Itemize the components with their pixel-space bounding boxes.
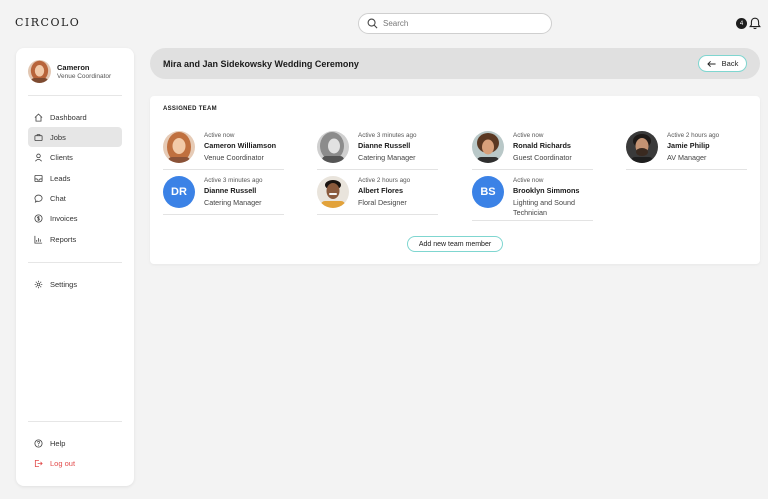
- team-member-card[interactable]: Active now Ronald Richards Guest Coordin…: [472, 131, 593, 163]
- user-profile[interactable]: Cameron Venue Coordinator: [28, 60, 111, 83]
- member-status: Active 2 hours ago: [358, 177, 411, 184]
- sidebar-item-jobs[interactable]: Jobs: [28, 127, 122, 148]
- member-status: Active 3 minutes ago: [358, 132, 417, 139]
- sidebar-item-label: Leads: [50, 173, 71, 183]
- sidebar-item-label: Invoices: [50, 214, 78, 224]
- dollar-icon: [34, 214, 43, 223]
- team-member-card[interactable]: DR Active 3 minutes ago Dianne Russell C…: [163, 176, 284, 208]
- inbox-icon: [34, 174, 43, 182]
- profile-role: Venue Coordinator: [57, 73, 112, 80]
- avatar-initials: BS: [472, 176, 504, 208]
- chart-icon: [34, 235, 43, 244]
- member-name: Dianne Russell: [204, 186, 257, 195]
- avatar: [472, 131, 504, 163]
- sidebar-item-label: Chat: [50, 194, 66, 204]
- sidebar-divider: [28, 95, 122, 96]
- briefcase-icon: [34, 134, 43, 141]
- back-button[interactable]: Back: [698, 55, 747, 72]
- sidebar-item-settings[interactable]: Settings: [28, 274, 122, 294]
- sidebar-item-leads[interactable]: Leads: [28, 168, 122, 188]
- section-heading: ASSIGNED TEAM: [163, 106, 217, 112]
- home-icon: [34, 113, 43, 122]
- add-team-member-button[interactable]: Add new team member: [407, 236, 503, 252]
- sidebar-item-label: Clients: [50, 153, 73, 163]
- sidebar-item-label: Jobs: [50, 132, 66, 142]
- avatar: [317, 131, 349, 163]
- divider: [317, 214, 438, 215]
- member-role: Catering Manager: [204, 198, 262, 207]
- member-name: Brooklyn Simmons: [513, 186, 580, 195]
- team-member-card[interactable]: Active 2 hours ago Albert Flores Floral …: [317, 176, 438, 208]
- member-name: Ronald Richards: [513, 141, 571, 150]
- team-member-card[interactable]: Active now Cameron Williamson Venue Coor…: [163, 131, 284, 163]
- sidebar-item-label: Reports: [50, 234, 77, 244]
- sidebar-item-label: Help: [50, 438, 66, 448]
- member-status: Active 2 hours ago: [667, 132, 720, 139]
- member-status: Active now: [513, 177, 544, 184]
- member-role: AV Manager: [667, 153, 707, 162]
- member-status: Active now: [204, 132, 235, 139]
- footer-nav: Help Log out: [28, 433, 122, 474]
- member-role: Venue Coordinator: [204, 153, 264, 162]
- sidebar: Cameron Venue Coordinator Dashboard Jobs…: [16, 48, 134, 486]
- member-role: Lighting and Sound Technician: [513, 198, 575, 217]
- divider: [163, 214, 284, 215]
- help-icon: [34, 438, 43, 448]
- chat-icon: [34, 194, 43, 203]
- member-name: Cameron Williamson: [204, 141, 277, 150]
- search-box[interactable]: [358, 13, 552, 34]
- divider: [317, 169, 438, 170]
- avatar: [317, 176, 349, 208]
- member-name: Albert Flores: [358, 186, 404, 195]
- avatar: [626, 131, 658, 163]
- sidebar-item-label: Log out: [50, 458, 76, 468]
- main-nav: Dashboard Jobs Clients Leads Chat Invoic…: [28, 107, 122, 250]
- sidebar-item-logout[interactable]: Log out: [28, 453, 122, 473]
- sidebar-divider: [28, 262, 122, 263]
- avatar: [163, 131, 195, 163]
- sidebar-item-dashboard[interactable]: Dashboard: [28, 107, 122, 127]
- sidebar-item-label: Settings: [50, 279, 78, 289]
- assigned-team-card: ASSIGNED TEAM Active now Cameron William…: [150, 96, 760, 264]
- divider: [472, 220, 593, 221]
- sidebar-item-invoices[interactable]: Invoices: [28, 209, 122, 229]
- team-member-card[interactable]: Active 3 minutes ago Dianne Russell Cate…: [317, 131, 438, 163]
- member-role: Floral Designer: [358, 198, 407, 207]
- member-status: Active 3 minutes ago: [204, 177, 263, 184]
- sidebar-item-chat[interactable]: Chat: [28, 189, 122, 209]
- sidebar-item-reports[interactable]: Reports: [28, 229, 122, 249]
- user-icon: [35, 153, 42, 162]
- search-input[interactable]: [383, 19, 543, 28]
- team-member-card[interactable]: Active 2 hours ago Jamie Philip AV Manag…: [626, 131, 747, 163]
- avatar-initials: DR: [163, 176, 195, 208]
- divider: [163, 169, 284, 170]
- logout-icon: [34, 459, 43, 467]
- member-role: Catering Manager: [358, 153, 416, 162]
- sidebar-item-help[interactable]: Help: [28, 433, 122, 453]
- member-status: Active now: [513, 132, 544, 139]
- search-icon: [367, 18, 378, 29]
- member-name: Dianne Russell: [358, 141, 411, 150]
- profile-name: Cameron: [57, 63, 90, 72]
- member-name: Jamie Philip: [667, 141, 710, 150]
- sidebar-divider: [28, 421, 122, 422]
- team-member-card[interactable]: BS Active now Brooklyn Simmons Lighting …: [472, 176, 593, 218]
- page-header: Mira and Jan Sidekowsky Wedding Ceremony…: [150, 48, 760, 79]
- arrow-left-icon: [706, 60, 716, 67]
- divider: [472, 169, 593, 170]
- sidebar-item-clients[interactable]: Clients: [28, 148, 122, 168]
- settings-nav: Settings: [28, 274, 122, 294]
- top-bar: CIRCOLO 4: [0, 0, 768, 46]
- gear-icon: [34, 280, 43, 288]
- sidebar-item-label: Dashboard: [50, 112, 87, 122]
- app-logo[interactable]: CIRCOLO: [15, 16, 80, 29]
- back-label: Back: [721, 59, 739, 68]
- notification-count-badge[interactable]: 4: [736, 18, 747, 29]
- divider: [626, 169, 747, 170]
- avatar: [28, 60, 51, 83]
- page-title: Mira and Jan Sidekowsky Wedding Ceremony: [163, 59, 359, 69]
- member-role: Guest Coordinator: [513, 153, 572, 162]
- bell-icon[interactable]: [749, 17, 761, 30]
